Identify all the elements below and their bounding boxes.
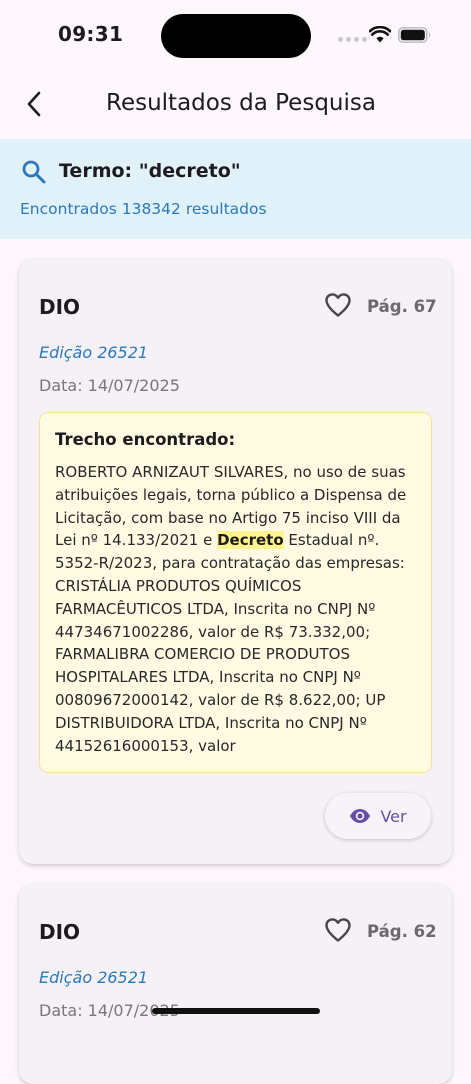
favorite-heart-icon[interactable] — [324, 917, 352, 943]
back-button[interactable] — [16, 86, 52, 122]
result-page: Pág. 67 — [367, 297, 437, 316]
result-source: DIO — [39, 295, 81, 319]
results-count: Encontrados 138342 resultados — [20, 200, 267, 218]
result-source: DIO — [39, 920, 81, 944]
battery-icon — [398, 27, 431, 43]
page-title: Resultados da Pesquisa — [106, 90, 376, 116]
status-bar: 09:31 — [0, 0, 471, 72]
search-summary-banner: Termo: "decreto" Encontrados 138342 resu… — [0, 139, 471, 239]
result-date: Data: 14/07/2025 — [39, 376, 180, 395]
result-page: Pág. 62 — [367, 922, 437, 941]
result-edition: Edição 26521 — [39, 968, 149, 987]
view-button-label: Ver — [380, 806, 407, 826]
excerpt-box: Trecho encontrado: ROBERTO ARNIZAUT SILV… — [39, 412, 432, 773]
view-button[interactable]: Ver — [325, 793, 431, 839]
eye-icon — [350, 809, 371, 823]
excerpt-text: ROBERTO ARNIZAUT SILVARES, no uso de sua… — [55, 461, 425, 757]
wifi-icon — [369, 26, 391, 43]
dynamic-island — [161, 14, 311, 58]
home-indicator[interactable] — [152, 1008, 320, 1014]
search-term: Termo: "decreto" — [59, 160, 241, 182]
result-card[interactable]: DIO Pág. 67 Edição 26521 Data: 14/07/202… — [19, 259, 452, 864]
result-card[interactable]: DIO Pág. 62 Edição 26521 Data: 14/07/202… — [19, 884, 452, 1084]
result-edition: Edição 26521 — [39, 343, 149, 362]
status-time: 09:31 — [58, 22, 124, 46]
excerpt-text-after: Estadual nº. 5352-R/2023, para contrataç… — [55, 531, 405, 755]
excerpt-highlight: Decreto — [217, 531, 284, 550]
app-bar: Resultados da Pesquisa — [0, 72, 471, 138]
back-arrow-icon — [27, 91, 41, 117]
signal-icon — [338, 37, 367, 42]
excerpt-title: Trecho encontrado: — [55, 430, 236, 449]
search-icon — [22, 160, 46, 184]
favorite-heart-icon[interactable] — [324, 292, 352, 318]
